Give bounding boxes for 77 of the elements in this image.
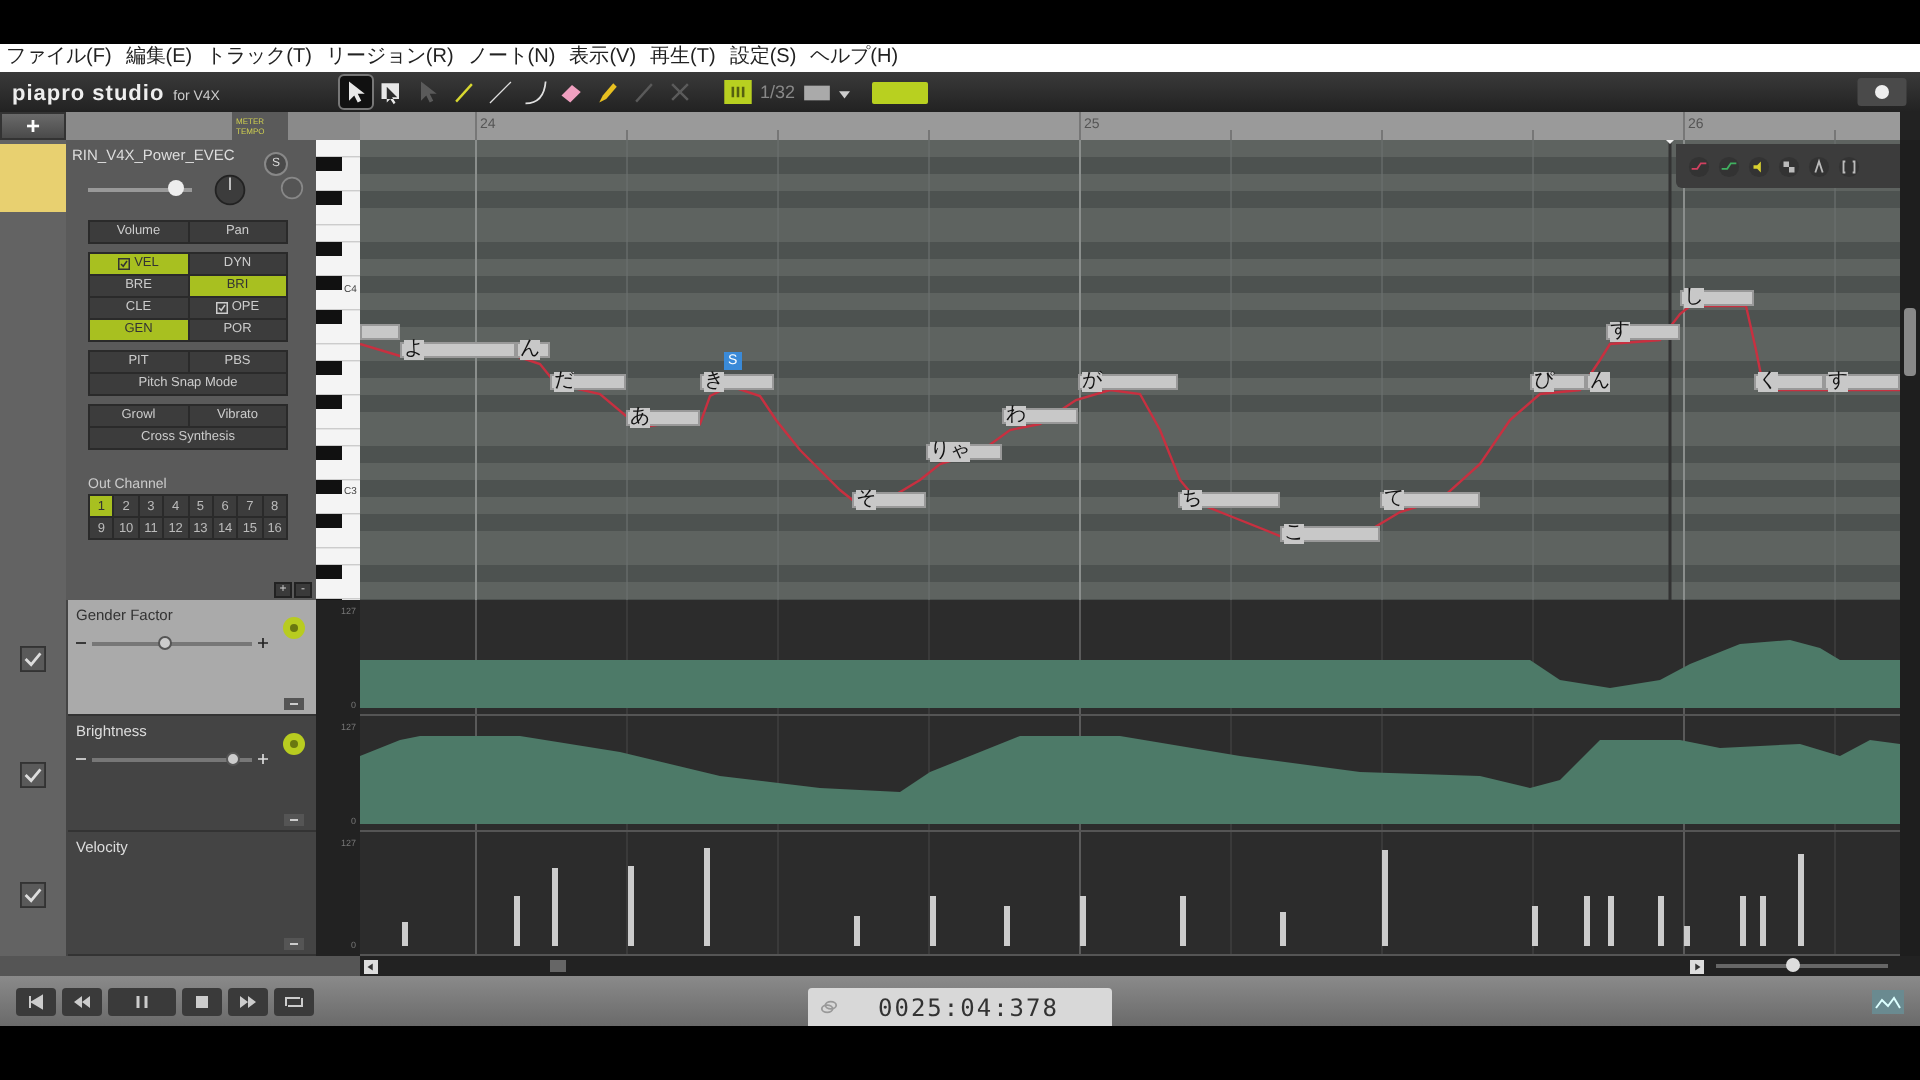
scrollbar-corner xyxy=(1900,956,1920,976)
fast-forward-icon[interactable] xyxy=(228,987,268,1015)
checkbox[interactable] xyxy=(20,645,46,671)
check-icon xyxy=(118,258,131,270)
collapse-icon[interactable] xyxy=(284,814,304,826)
scroll-thumb[interactable] xyxy=(550,960,566,972)
note-block[interactable]: す xyxy=(1824,374,1900,390)
scroll-right-icon[interactable] xyxy=(1690,959,1704,973)
slider-thumb[interactable] xyxy=(168,180,185,196)
note-block[interactable]: す xyxy=(1606,324,1680,340)
menu-item[interactable]: ヘルプ(H) xyxy=(810,46,899,70)
note-block[interactable]: ん xyxy=(1586,374,1606,390)
waveform-icon[interactable] xyxy=(1872,989,1904,1013)
skip-start-icon[interactable] xyxy=(16,987,56,1015)
avatar-placeholder xyxy=(0,144,66,212)
curve-tool-icon[interactable] xyxy=(520,76,552,108)
menu-item[interactable]: ノート(N) xyxy=(467,46,556,70)
add-track-button[interactable]: + xyxy=(0,112,66,140)
note-grid[interactable] xyxy=(360,140,1900,600)
note-block[interactable]: そ xyxy=(852,492,926,508)
note-block[interactable]: りゃ xyxy=(926,444,1002,460)
pan-knob[interactable] xyxy=(212,172,248,208)
note-block[interactable]: あ xyxy=(626,410,700,426)
note-block[interactable]: だ xyxy=(550,374,626,390)
menu-item[interactable]: トラック(T) xyxy=(206,46,312,70)
check-icon xyxy=(215,302,228,314)
reset-button-icon[interactable] xyxy=(282,732,306,756)
brightness-curve[interactable] xyxy=(360,736,1900,824)
snap-grid-icon[interactable] xyxy=(724,80,752,104)
checkbox[interactable] xyxy=(20,761,46,787)
note-block[interactable]: が xyxy=(1078,374,1178,390)
checkbox[interactable] xyxy=(20,881,46,907)
auto-button[interactable] xyxy=(871,81,928,103)
collapse-icon[interactable] xyxy=(284,698,304,710)
line-tool-icon[interactable] xyxy=(484,76,516,108)
note-block[interactable]: ん xyxy=(516,342,550,358)
menu-item[interactable]: 設定(S) xyxy=(729,46,797,70)
scroll-left-icon[interactable] xyxy=(364,959,378,973)
stop-icon[interactable] xyxy=(182,987,222,1015)
note-block[interactable]: き xyxy=(700,374,774,390)
reset-button-icon[interactable] xyxy=(282,616,306,640)
grid-icon[interactable] xyxy=(1778,155,1800,177)
pointer-tool-icon[interactable] xyxy=(340,76,372,108)
note-block[interactable]: ぴ xyxy=(1530,374,1586,390)
record-icon[interactable] xyxy=(1856,78,1908,106)
note-block[interactable]: く xyxy=(1754,374,1824,390)
plus-icon[interactable] xyxy=(258,638,268,648)
note-block[interactable]: ち xyxy=(1178,492,1280,508)
minus-icon[interactable] xyxy=(76,754,86,764)
quantize-value: 1/32 xyxy=(760,82,796,102)
slider-thumb[interactable] xyxy=(225,751,240,765)
menu-item[interactable]: リージョン(R) xyxy=(325,46,454,70)
slider-thumb[interactable] xyxy=(1786,958,1801,972)
letter-a-icon[interactable] xyxy=(1808,155,1830,177)
menu-item[interactable]: ファイル(F) xyxy=(6,46,112,70)
playback-time: 0025:04:378 xyxy=(878,993,1059,1021)
note-block[interactable]: こ xyxy=(1280,526,1380,542)
horizontal-scrollbar[interactable] xyxy=(360,956,1900,976)
pause-icon[interactable] xyxy=(108,987,176,1015)
rewind-icon[interactable] xyxy=(62,987,102,1015)
note-block[interactable]: わ xyxy=(1002,408,1078,424)
note-block[interactable]: し xyxy=(1680,290,1754,306)
note-block[interactable]: て xyxy=(1380,492,1480,508)
loop-icon[interactable] xyxy=(274,987,314,1015)
slider-thumb[interactable] xyxy=(157,635,171,649)
collapse-icon[interactable] xyxy=(284,938,304,950)
dropdown-icon[interactable] xyxy=(803,81,852,103)
menu-item[interactable]: 編集(E) xyxy=(125,46,193,70)
speaker-icon[interactable] xyxy=(1748,155,1770,177)
vertical-scrollbar[interactable] xyxy=(1900,140,1920,600)
menu-item[interactable]: 表示(V) xyxy=(569,46,637,70)
scrollbar-corner xyxy=(1900,112,1920,140)
menu-item[interactable]: 再生(T) xyxy=(650,46,716,70)
gender-factor-curve[interactable] xyxy=(360,640,1900,708)
minus-icon[interactable] xyxy=(76,638,86,648)
note-block[interactable]: よ xyxy=(400,342,516,358)
bracket-icon[interactable] xyxy=(1838,155,1860,177)
